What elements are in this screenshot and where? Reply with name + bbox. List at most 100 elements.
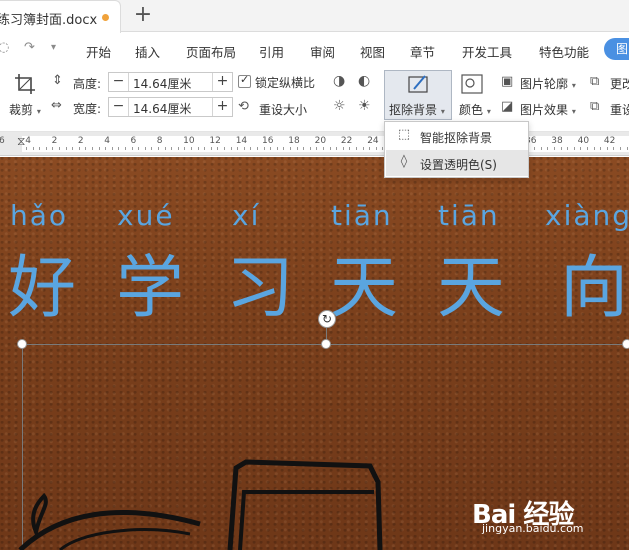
ruler-tick [144, 147, 146, 150]
resize-handle-top-center[interactable] [321, 339, 331, 349]
ruler-tick [224, 147, 225, 150]
crop-button[interactable]: 裁剪 ▾ [9, 101, 41, 118]
menu-features[interactable]: 特色功能 [539, 42, 589, 61]
reset-size-icon[interactable]: ⟲ [238, 99, 249, 114]
ruler-tick [39, 147, 41, 150]
ruler-tick [59, 147, 60, 150]
lock-ratio-checkbox[interactable] [238, 73, 251, 88]
height-icon: ⇕ [52, 73, 63, 88]
menu-references[interactable]: 引用 [259, 42, 284, 61]
ruler-number: 2 [51, 136, 58, 146]
resize-handle-top-left[interactable] [17, 339, 27, 349]
document-tab[interactable]: 练习簿封面.docx [0, 0, 121, 33]
height-value[interactable]: 14.64厘米 [133, 75, 191, 92]
ruler-tick [613, 147, 615, 150]
width-spinbox[interactable]: − 14.64厘米 + [108, 97, 233, 117]
menu-insert[interactable]: 插入 [135, 42, 160, 61]
ruler-tick [243, 147, 245, 150]
width-increase-button[interactable]: + [212, 98, 232, 116]
menu-chapter[interactable]: 章节 [410, 42, 435, 61]
ruler-tick [32, 147, 34, 150]
ruler-tick [296, 147, 298, 150]
redo-icon[interactable]: ↷ [24, 40, 35, 55]
hanzi-xi: 习 [226, 249, 295, 328]
color-icon[interactable] [461, 74, 487, 96]
remove-background-label: 抠除背景 [389, 103, 438, 117]
ruler-tick [336, 147, 338, 150]
menu-review[interactable]: 审阅 [310, 42, 335, 61]
ruler-tick [230, 147, 232, 150]
menu-home[interactable]: 开始 [86, 42, 111, 61]
decrease-brightness-icon[interactable]: ☀ [358, 98, 371, 114]
ruler-tick [620, 147, 621, 150]
increase-contrast-icon[interactable]: ◑ [333, 73, 345, 89]
reset-picture-label[interactable]: 重设 [610, 101, 629, 118]
ruler-tick [554, 147, 555, 150]
ruler-tick [177, 147, 179, 150]
ruler-number: 40 [577, 136, 590, 146]
ruler-tick [369, 147, 371, 150]
ruler-number: 14 [235, 136, 248, 146]
ruler-tick [250, 147, 252, 150]
decrease-contrast-icon[interactable]: ◐ [358, 73, 370, 89]
color-label: 颜色 [459, 103, 484, 117]
picture-effect-icon: ◪ [501, 99, 514, 114]
ruler-tick [303, 147, 305, 150]
crop-icon[interactable] [14, 73, 36, 95]
height-decrease-button[interactable]: − [109, 73, 129, 91]
ruler-tick [105, 147, 107, 150]
ruler-tick [85, 147, 87, 150]
hanzi-tian-2: 天 [437, 249, 506, 328]
ruler-tick [92, 147, 93, 150]
document-tab-title: 练习簿封面.docx [0, 13, 98, 28]
horizontal-ruler[interactable]: ⧖ 64224681012141618202224262830323436384… [0, 132, 629, 156]
menu-page-layout[interactable]: 页面布局 [186, 42, 236, 61]
ruler-tick [131, 147, 133, 150]
ruler-tick [290, 147, 291, 150]
menu-picture-tools[interactable]: 图 [604, 38, 629, 60]
set-transparent-color-item[interactable]: ◊ 设置透明色(S) [386, 150, 528, 176]
ruler-number: 12 [209, 136, 221, 146]
lock-ratio-label[interactable]: 锁定纵横比 [255, 74, 315, 91]
ruler-tick [587, 147, 588, 150]
pinyin-xiang: xiàng [545, 199, 629, 232]
set-transparent-label: 设置透明色(S) [420, 158, 497, 172]
ruler-number: 24 [367, 136, 379, 146]
height-increase-button[interactable]: + [212, 73, 232, 91]
rotate-handle-icon[interactable]: ↻ [318, 310, 336, 328]
width-value[interactable]: 14.64厘米 [133, 100, 191, 117]
height-spinbox[interactable]: − 14.64厘米 + [108, 72, 233, 92]
ruler-number: 6 [130, 136, 137, 146]
indent-marker-icon[interactable]: ⧖ [17, 134, 25, 149]
picture-effect-label: 图片效果 [520, 103, 569, 117]
width-decrease-button[interactable]: − [109, 98, 129, 116]
reset-size-label[interactable]: 重设大小 [259, 101, 307, 118]
ruler-tick [171, 147, 173, 150]
droplet-icon: ◊ [400, 154, 408, 169]
ruler-tick [534, 147, 536, 150]
ruler-tick [580, 147, 582, 150]
quick-access-dropdown-icon[interactable]: ▾ [51, 42, 56, 53]
ruler-tick [237, 147, 239, 150]
ruler-number: 42 [603, 136, 616, 146]
remove-background-icon [408, 75, 428, 93]
ruler-tick [626, 147, 628, 150]
ruler-tick [72, 147, 74, 150]
smart-remove-background-item[interactable]: ⬚ 智能抠除背景 [386, 123, 528, 149]
ruler-tick [309, 147, 311, 150]
increase-brightness-icon[interactable]: ☼ [333, 98, 346, 114]
new-tab-button[interactable]: + [132, 3, 154, 27]
picture-outline-button[interactable]: 图片轮廓 ▾ [520, 75, 576, 92]
resize-handle-top-right[interactable] [622, 339, 629, 349]
remove-background-label-wrap: 抠除背景 ▾ [389, 103, 445, 117]
ruler-number: 10 [183, 136, 195, 146]
picture-effect-button[interactable]: 图片效果 ▾ [520, 101, 576, 118]
color-button[interactable]: 颜色 ▾ [459, 101, 491, 118]
ruler-tick [197, 147, 199, 150]
remove-background-dropdown: ⬚ 智能抠除背景 ◊ 设置透明色(S) [384, 121, 529, 178]
document-page[interactable] [0, 157, 629, 550]
menu-view[interactable]: 视图 [360, 42, 385, 61]
change-picture-label[interactable]: 更改 [610, 75, 629, 92]
undo-icon[interactable]: ◌ [0, 40, 9, 55]
menu-developer[interactable]: 开发工具 [462, 42, 512, 61]
